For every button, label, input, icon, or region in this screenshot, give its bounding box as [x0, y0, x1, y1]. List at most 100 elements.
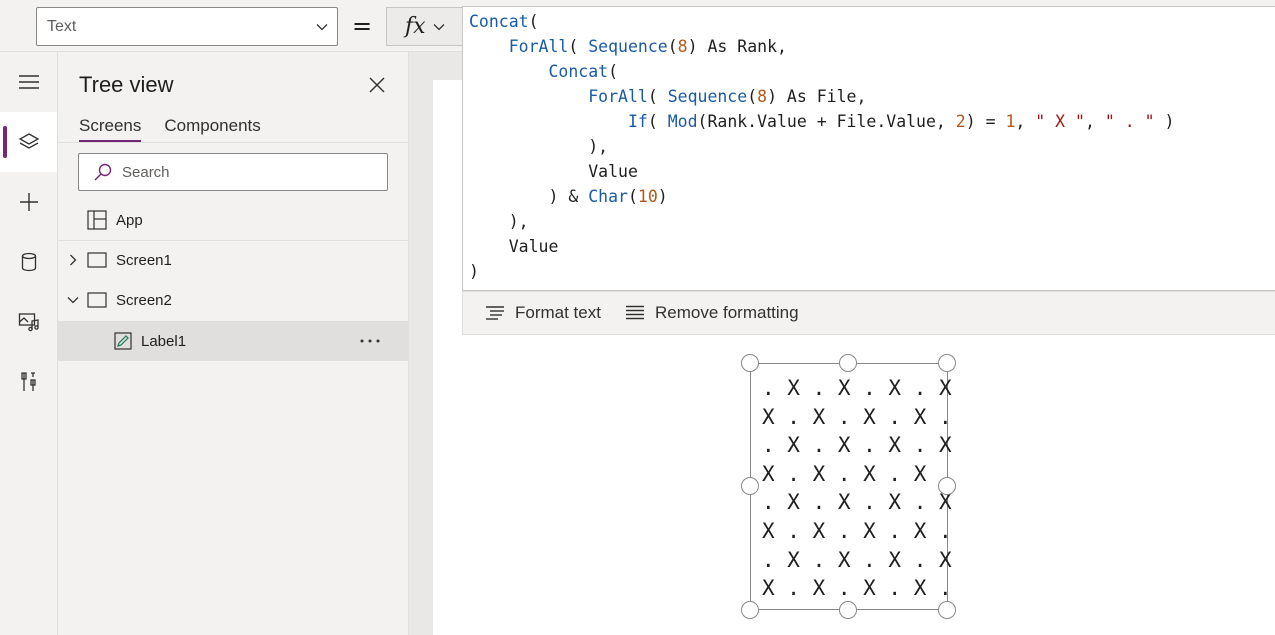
app-root: . X . X . X . X X . X . X . X . . X . X . …: [0, 0, 1275, 635]
tab-screens[interactable]: Screens: [79, 116, 142, 142]
code-token: " . ": [1104, 112, 1155, 131]
code-line: ),: [469, 209, 1174, 234]
tree-tabs: Screens Components: [79, 116, 261, 142]
code-token: ) &: [469, 187, 589, 206]
tab-components[interactable]: Components: [164, 116, 260, 140]
board-row: . X . X . X . X: [762, 376, 952, 400]
format-text-button[interactable]: Format text: [463, 292, 611, 334]
tree-node-label1[interactable]: Label1: [58, 321, 409, 361]
resize-handle-top[interactable]: [839, 354, 857, 372]
chevron-down-icon[interactable]: [66, 293, 80, 307]
equals-sign: =: [352, 12, 373, 40]
tree-view-button[interactable]: [0, 112, 57, 172]
remove-formatting-label: Remove formatting: [654, 303, 799, 322]
code-token: (: [647, 87, 668, 106]
code-line: Concat(: [469, 9, 1174, 34]
code-line: ): [469, 259, 1174, 284]
resize-handle-bottom-left[interactable]: [741, 601, 759, 619]
code-token: 8: [757, 87, 768, 106]
label-edit-icon: [114, 332, 132, 350]
close-icon: [369, 77, 385, 93]
code-token: ForAll: [588, 87, 648, 106]
search-icon: [94, 163, 112, 181]
database-icon: [21, 252, 36, 272]
hamburger-menu-button[interactable]: [0, 52, 57, 112]
board-row: . X . X . X . X: [762, 547, 952, 572]
code-token: ) As Rank,: [687, 37, 787, 56]
code-token: If: [627, 112, 648, 131]
property-dropdown[interactable]: Text: [36, 7, 338, 46]
board-row: X . X . X . X .: [762, 404, 952, 429]
code-token: ),: [469, 212, 529, 231]
resize-handle-left[interactable]: [741, 477, 759, 495]
code-token: ): [1154, 112, 1175, 131]
code-token: ForAll: [508, 37, 569, 56]
code-token: Char: [588, 187, 628, 206]
format-text-icon: [486, 306, 504, 320]
tabs-divider: [58, 142, 409, 143]
property-value: Text: [47, 17, 77, 35]
tree-node-screen2[interactable]: Screen2: [58, 280, 409, 320]
tree-node-label: App: [116, 211, 143, 229]
media-icon: [18, 313, 39, 332]
fx-icon: fx: [405, 14, 426, 39]
resize-handle-right[interactable]: [938, 477, 956, 495]
code-token: 8: [677, 37, 688, 56]
code-line: Concat(: [469, 59, 1174, 84]
remove-formatting-button[interactable]: Remove formatting: [611, 292, 809, 334]
advanced-tools-button[interactable]: [0, 352, 57, 412]
resize-handle-bottom-right[interactable]: [938, 601, 956, 619]
formula-toolbar: Format text Remove formatting: [462, 291, 1275, 335]
board-row: X . X . X . X .: [762, 518, 952, 543]
code-line: ForAll( Sequence(8) As File,: [469, 84, 1174, 109]
code-token: 2: [955, 112, 966, 131]
tree-node-label: Label1: [141, 332, 187, 350]
resize-handle-top-left[interactable]: [741, 354, 759, 372]
screen-icon: [87, 292, 107, 308]
board-row: X . X . X . X .: [762, 461, 952, 486]
code-token: (: [568, 37, 589, 56]
formula-bar: Text = fx: [0, 0, 462, 52]
data-button[interactable]: [0, 232, 57, 292]
code-token: Value: [469, 162, 638, 181]
fx-button[interactable]: fx: [386, 7, 462, 46]
board-row: X . X . X . X .: [762, 576, 952, 601]
media-button[interactable]: [0, 292, 57, 352]
code-token: (: [528, 12, 539, 31]
board-row: . X . X . X . X: [762, 490, 952, 515]
ellipsis-icon: [360, 339, 380, 343]
code-line: ) & Char(10): [469, 184, 1174, 209]
tree-node-label: Screen2: [116, 291, 172, 309]
code-token: 10: [637, 187, 658, 206]
code-token: Concat: [469, 12, 529, 31]
code-token: (Rank.Value + File.Value,: [697, 112, 956, 131]
code-token: ): [657, 187, 668, 206]
more-options-button[interactable]: [358, 329, 382, 353]
close-tree-view-button[interactable]: [366, 74, 388, 96]
code-token: (: [647, 112, 668, 131]
code-line: Value: [469, 234, 1174, 259]
tree-node-label: Screen1: [116, 251, 172, 269]
code-line: ForAll( Sequence(8) As Rank,: [469, 34, 1174, 59]
code-token: 1: [1005, 112, 1016, 131]
insert-button[interactable]: [0, 172, 57, 232]
tree-node-screen1[interactable]: Screen1: [58, 240, 409, 280]
tools-icon: [20, 372, 36, 391]
formula-code[interactable]: Concat( ForAll( Sequence(8) As Rank, Con…: [469, 9, 1174, 284]
chevron-right-icon[interactable]: [66, 253, 80, 267]
code-token: Concat: [548, 62, 609, 81]
tree-view-title: Tree view: [79, 72, 174, 97]
code-token: Sequence: [667, 87, 748, 106]
plus-icon: [19, 193, 38, 211]
resize-handle-top-right[interactable]: [938, 354, 956, 372]
search-input[interactable]: Search: [78, 153, 388, 191]
code-token: (: [627, 187, 638, 206]
resize-handle-bottom[interactable]: [839, 601, 857, 619]
tree-node-app[interactable]: App: [58, 200, 409, 240]
formula-editor[interactable]: Concat( ForAll( Sequence(8) As Rank, Con…: [462, 6, 1275, 291]
code-token: ,: [1084, 112, 1105, 131]
